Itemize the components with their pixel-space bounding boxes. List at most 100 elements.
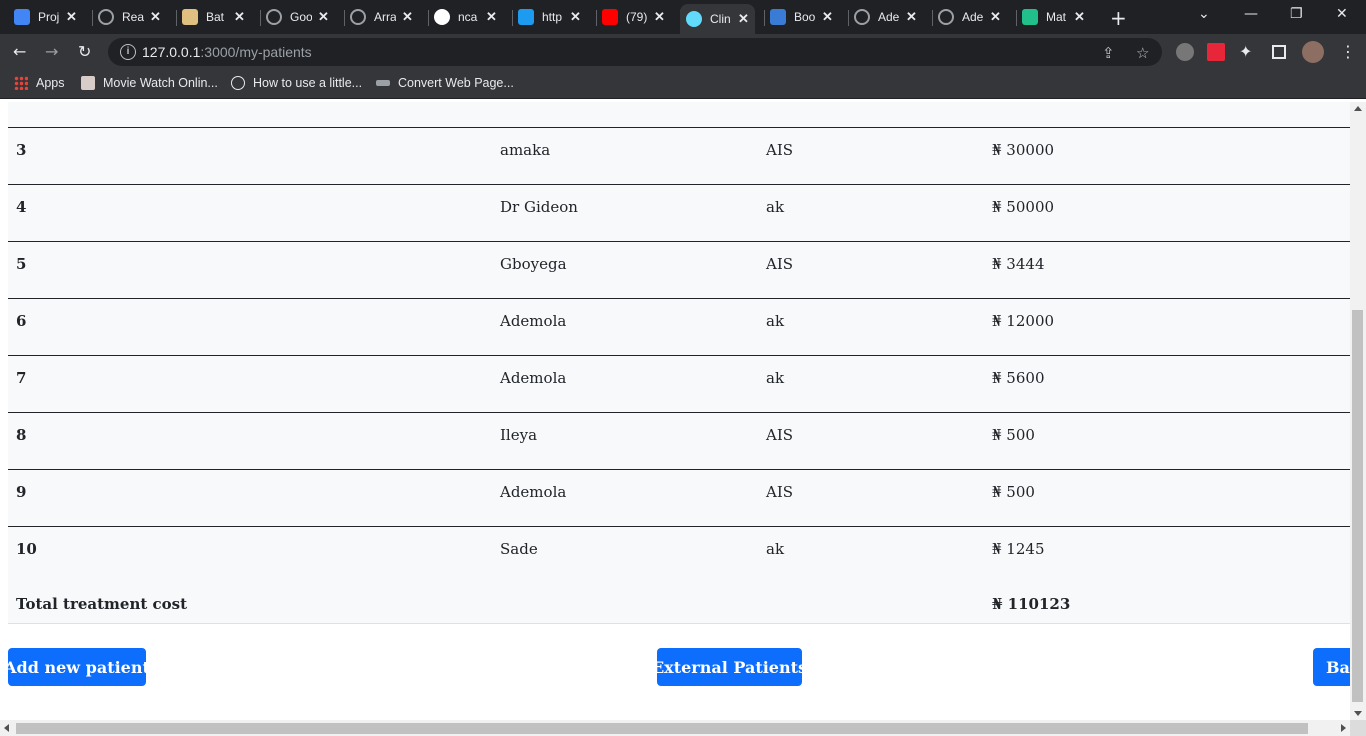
tab-separator bbox=[344, 10, 345, 26]
cell-cost: ₦ 5600 bbox=[992, 369, 1045, 387]
external-patients-button[interactable]: External Patients bbox=[657, 648, 802, 686]
page-viewport: 3 amaka AIS ₦ 30000 4 Dr Gideon ak ₦ 50000 5 Gboy… bbox=[0, 102, 1350, 720]
browser-tab[interactable]: nca ✕ bbox=[434, 4, 497, 30]
close-tab-icon[interactable]: ✕ bbox=[654, 9, 665, 25]
close-tab-icon[interactable]: ✕ bbox=[570, 9, 581, 25]
tab-title: Arra bbox=[374, 10, 396, 24]
close-tab-icon[interactable]: ✕ bbox=[738, 11, 749, 27]
tab-search-icon[interactable]: ⌄ bbox=[1198, 6, 1210, 22]
bookmarks-bar: Apps Movie Watch Onlin... How to use a l… bbox=[0, 70, 1366, 99]
cell-hmo: ak bbox=[766, 312, 785, 330]
cell-cost: ₦ 3444 bbox=[992, 255, 1045, 273]
close-tab-icon[interactable]: ✕ bbox=[1074, 9, 1085, 25]
browser-tab[interactable]: Proj ✕ bbox=[14, 4, 77, 30]
avatar[interactable] bbox=[1302, 41, 1324, 63]
side-panel-icon[interactable] bbox=[1272, 45, 1286, 59]
url-text[interactable]: 127.0.0.1:3000/my-patients bbox=[142, 44, 312, 60]
table-row[interactable]: 6 Ademola ak ₦ 12000 bbox=[8, 299, 1350, 356]
horizontal-scrollbar[interactable] bbox=[0, 720, 1350, 736]
scroll-up-icon[interactable] bbox=[1354, 106, 1362, 111]
close-tab-icon[interactable]: ✕ bbox=[234, 9, 245, 25]
cell-number: 3 bbox=[16, 141, 27, 159]
table-row[interactable]: 5 Gboyega AIS ₦ 3444 bbox=[8, 242, 1350, 299]
browser-tab[interactable]: Goo ✕ bbox=[266, 4, 329, 30]
forward-arrow-icon[interactable]: → bbox=[45, 42, 58, 61]
new-tab-button[interactable]: + bbox=[1110, 6, 1127, 30]
bookmark-little[interactable]: How to use a little... bbox=[231, 76, 362, 90]
close-tab-icon[interactable]: ✕ bbox=[822, 9, 833, 25]
bookmark-movie[interactable]: Movie Watch Onlin... bbox=[81, 76, 218, 90]
close-tab-icon[interactable]: ✕ bbox=[402, 9, 413, 25]
extension-icon[interactable] bbox=[1176, 43, 1194, 61]
globe-icon bbox=[350, 9, 366, 25]
angular-icon bbox=[231, 76, 245, 90]
browser-tab[interactable]: Ade ✕ bbox=[938, 4, 1001, 30]
chart-icon bbox=[1022, 9, 1038, 25]
table-row[interactable]: 8 Ileya AIS ₦ 500 bbox=[8, 413, 1350, 470]
tab-title: nca bbox=[458, 10, 478, 24]
menu-dots-icon[interactable]: ⋮ bbox=[1340, 42, 1356, 61]
address-bar[interactable]: i 127.0.0.1:3000/my-patients ⇪ ☆ bbox=[108, 38, 1162, 66]
browser-tab[interactable]: Arra ✕ bbox=[350, 4, 413, 30]
cell-number: 9 bbox=[16, 483, 27, 501]
cell-number: 7 bbox=[16, 369, 27, 387]
back-arrow-icon[interactable]: ← bbox=[13, 42, 26, 61]
browser-tab[interactable]: Rea ✕ bbox=[98, 4, 161, 30]
site-info-icon[interactable]: i bbox=[120, 44, 136, 60]
tab-title: Clin bbox=[710, 12, 731, 26]
add-new-patient-button[interactable]: Add new patient bbox=[8, 648, 146, 686]
browser-tab[interactable]: Boo ✕ bbox=[770, 4, 833, 30]
close-tab-icon[interactable]: ✕ bbox=[486, 9, 497, 25]
cell-patient-name: Ademola bbox=[500, 369, 567, 387]
cell-hmo: ak bbox=[766, 198, 785, 216]
cell-cost: ₦ 50000 bbox=[992, 198, 1055, 216]
globe-icon bbox=[98, 9, 114, 25]
bookmark-label: Apps bbox=[36, 76, 65, 90]
bookmark-convert[interactable]: Convert Web Page... bbox=[376, 76, 514, 90]
close-tab-icon[interactable]: ✕ bbox=[66, 9, 77, 25]
scroll-down-icon[interactable] bbox=[1354, 711, 1362, 716]
table-row[interactable]: 9 Ademola AIS ₦ 500 bbox=[8, 470, 1350, 527]
table-row[interactable]: 4 Dr Gideon ak ₦ 50000 bbox=[8, 185, 1350, 242]
table-row[interactable]: 7 Ademola ak ₦ 5600 bbox=[8, 356, 1350, 413]
scroll-right-icon[interactable] bbox=[1341, 724, 1346, 732]
tab-title: Boo bbox=[794, 10, 816, 24]
tab-title: Goo bbox=[290, 10, 312, 24]
extension-red-icon[interactable] bbox=[1207, 43, 1225, 61]
browser-tab[interactable]: Clin ✕ bbox=[680, 4, 755, 34]
cell-patient-name: Dr Gideon bbox=[500, 198, 578, 216]
browser-tab[interactable]: Ade ✕ bbox=[854, 4, 917, 30]
minimize-icon[interactable]: — bbox=[1244, 6, 1258, 22]
puzzle-icon[interactable]: ✦ bbox=[1239, 42, 1252, 61]
scroll-left-icon[interactable] bbox=[4, 724, 9, 732]
browser-tab[interactable]: Bat ✕ bbox=[182, 4, 245, 30]
browser-tab[interactable]: Mat ✕ bbox=[1022, 4, 1085, 30]
table-row[interactable]: 10 Sade ak ₦ 1245 bbox=[8, 527, 1350, 584]
close-window-icon[interactable]: ✕ bbox=[1336, 6, 1348, 22]
close-tab-icon[interactable]: ✕ bbox=[318, 9, 329, 25]
movie-icon bbox=[81, 76, 95, 90]
restore-icon[interactable]: ❐ bbox=[1290, 6, 1303, 22]
close-tab-icon[interactable]: ✕ bbox=[150, 9, 161, 25]
reload-icon[interactable]: ↻ bbox=[78, 42, 91, 61]
tab-separator bbox=[512, 10, 513, 26]
browser-tab[interactable]: http ✕ bbox=[518, 4, 581, 30]
scroll-thumb-horizontal[interactable] bbox=[16, 723, 1308, 734]
scroll-thumb[interactable] bbox=[1352, 310, 1363, 702]
bookmark-apps[interactable]: Apps bbox=[14, 76, 65, 90]
browser-tab[interactable]: (79) ✕ bbox=[602, 4, 665, 30]
checkmark-icon bbox=[770, 9, 786, 25]
share-icon[interactable]: ⇪ bbox=[1102, 44, 1115, 62]
close-tab-icon[interactable]: ✕ bbox=[906, 9, 917, 25]
back-button[interactable]: Back bbox=[1313, 648, 1350, 686]
close-tab-icon[interactable]: ✕ bbox=[990, 9, 1001, 25]
total-row: Total treatment cost ₦ 110123 bbox=[8, 583, 1350, 624]
tab-title: Ade bbox=[878, 10, 900, 24]
vertical-scrollbar[interactable] bbox=[1350, 102, 1366, 720]
bookmark-label: Movie Watch Onlin... bbox=[103, 76, 218, 90]
tab-separator bbox=[1016, 10, 1017, 26]
table-row[interactable]: 3 amaka AIS ₦ 30000 bbox=[8, 128, 1350, 185]
bookmark-star-icon[interactable]: ☆ bbox=[1136, 44, 1149, 62]
youtube-icon bbox=[602, 9, 618, 25]
tab-title: Rea bbox=[122, 10, 144, 24]
